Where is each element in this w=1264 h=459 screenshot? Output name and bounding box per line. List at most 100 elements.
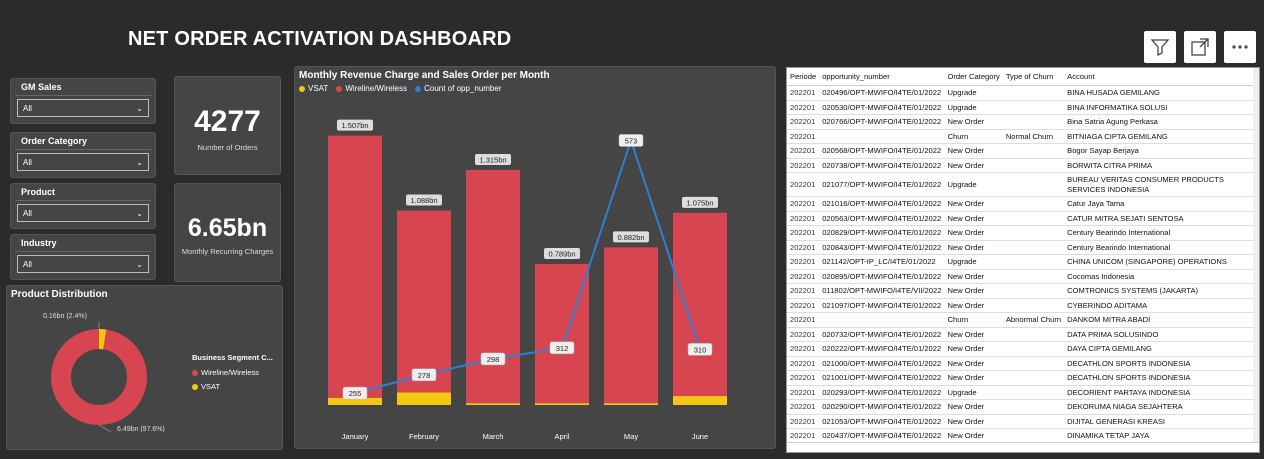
bar-vsat[interactable] — [397, 392, 451, 405]
bar-vsat[interactable] — [535, 403, 589, 405]
bar-wireline[interactable] — [397, 210, 451, 393]
slicer-product[interactable]: Product All ⌄ — [10, 183, 156, 229]
bar-wireline[interactable] — [466, 169, 520, 404]
legend-label: Count of opp_number — [424, 84, 502, 93]
table-row[interactable]: 202201 021077/OPT-MWIFO/I4TE/01/2022 Upgra… — [787, 172, 1259, 197]
table-row[interactable]: 202201 020563/OPT-MWIFO/I4TE/01/2022 New O… — [787, 211, 1259, 226]
donut-label-wireline: 6.49bn (97.6%) — [117, 426, 165, 433]
table-row[interactable]: 202201 021000/OPT-MWIFO/I4TE/01/2022 New O… — [787, 356, 1259, 371]
table-row[interactable]: 202201 021142/OPT-IP_LC/I4TE/01/2022 Upgra… — [787, 254, 1259, 270]
table-cell: 021000/OPT-MWIFO/I4TE/01/2022 — [819, 356, 945, 371]
table-row[interactable]: 202201 020530/OPT-MWIFO/I4TE/01/2022 Upgra… — [787, 100, 1259, 115]
table-cell: COMTRONICS SYSTEMS (JAKARTA) — [1064, 283, 1259, 299]
table-cell — [1002, 356, 1065, 371]
line-data-label: 310 — [694, 345, 707, 354]
slicer-gm-sales[interactable]: GM Sales All ⌄ — [10, 78, 156, 124]
table-row[interactable]: 202201 020568/OPT-MWIFO/I4TE/01/2022 New O… — [787, 143, 1259, 159]
slicer-label: Order Category — [15, 133, 151, 150]
slicer-order-category[interactable]: Order Category All ⌄ — [10, 132, 156, 178]
table-cell: 020895/OPT-MWIFO/I4TE/01/2022 — [819, 269, 945, 284]
table-cell: BINA HUSADA GEMILANG — [1064, 85, 1259, 101]
card-monthly-recurring-charges[interactable]: 6.65bn Monthly Recurring Charges — [174, 183, 281, 282]
slicer-dropdown[interactable]: All ⌄ — [17, 255, 149, 273]
bar-vsat[interactable] — [466, 403, 520, 405]
table-cell: 020563/OPT-MWIFO/I4TE/01/2022 — [819, 211, 945, 226]
table-row[interactable]: 202201 020732/OPT-MWIFO/I4TE/01/2022 New O… — [787, 327, 1259, 342]
table-row[interactable]: 202201 Churn Normal Churn BITNIAGA CIPTA GE… — [787, 129, 1259, 144]
column-header[interactable]: Type of Churn — [1002, 68, 1065, 86]
table-row[interactable]: 202201 020843/OPT-MWIFO/I4TE/01/2022 New O… — [787, 240, 1259, 255]
slicer-industry[interactable]: Industry All ⌄ — [10, 234, 156, 280]
table-cell: 202201 — [787, 211, 820, 226]
filter-icon[interactable] — [1144, 31, 1176, 63]
card-number-of-orders[interactable]: 4277 Number of Orders — [174, 76, 281, 175]
product-distribution-panel[interactable]: Product Distribution 0.16bn (2.4%) 6.49b… — [6, 285, 283, 450]
table-row[interactable]: 202201 020895/OPT-MWIFO/I4TE/01/2022 New O… — [787, 269, 1259, 284]
table-row[interactable]: 202201 020829/OPT-MWIFO/I4TE/01/2022 New O… — [787, 225, 1259, 241]
table-cell: 202201 — [787, 428, 820, 444]
bar-wireline[interactable] — [328, 135, 382, 398]
table-cell: New Order — [944, 158, 1003, 173]
legend-item-count[interactable]: Count of opp_number — [415, 84, 502, 93]
table-row[interactable]: 202201 021016/OPT-MWIFO/I4TE/01/2022 New O… — [787, 196, 1259, 212]
bar-vsat[interactable] — [673, 396, 727, 405]
bar-wireline[interactable] — [604, 247, 658, 404]
donut-slice-wireline[interactable] — [51, 329, 147, 425]
table-row[interactable]: 202201 021097/OPT-MWIFO/I4TE/01/2022 New O… — [787, 298, 1259, 313]
table-cell — [1002, 414, 1065, 429]
table-row[interactable]: 202201 020222/OPT-MWIFO/I4TE/01/2022 New O… — [787, 341, 1259, 357]
chart-plot: 1.507bn January 1.088bn February 1.315bn Marc… — [328, 119, 727, 441]
slicer-dropdown[interactable]: All ⌄ — [17, 153, 149, 171]
column-header[interactable]: Order Category — [944, 68, 1003, 86]
bar-wireline[interactable] — [535, 263, 589, 404]
table-row[interactable]: 202201 020738/OPT-MWIFO/I4TE/01/2022 New O… — [787, 158, 1259, 173]
table-row[interactable]: 202201 Churn Abnormal Churn DANKOM MITRA AB… — [787, 312, 1259, 328]
column-header[interactable]: Periode — [787, 68, 820, 86]
table-cell: New Order — [944, 196, 1003, 212]
table-cell: 202201 — [787, 327, 820, 342]
table-cell — [1002, 100, 1065, 115]
table-horizontal-scrollbar[interactable] — [787, 442, 1259, 452]
table-cell — [1002, 114, 1065, 130]
monthly-revenue-chart-panel[interactable]: Monthly Revenue Charge and Sales Order p… — [294, 66, 776, 449]
table-cell: 020568/OPT-MWIFO/I4TE/01/2022 — [819, 143, 945, 159]
table-cell: 020829/OPT-MWIFO/I4TE/01/2022 — [819, 225, 945, 241]
chart-legend: VSAT Wireline/Wireless Count of opp_numb… — [295, 84, 775, 93]
bar-wireline[interactable] — [673, 212, 727, 397]
legend-item-wireline[interactable]: Wireline/Wireless — [192, 368, 259, 377]
table-cell: BITNIAGA CIPTA GEMILANG — [1064, 129, 1259, 144]
table-cell: 202201 — [787, 85, 820, 101]
table-row[interactable]: 202201 011802/OPT-MWIFO/I4TE/VII/2022 New … — [787, 283, 1259, 299]
table-cell — [1002, 240, 1065, 255]
panel-title: Product Distribution — [11, 289, 108, 300]
table-cell: New Order — [944, 225, 1003, 241]
orders-table[interactable]: Periode opportunity_number Order Category T… — [786, 67, 1260, 453]
table-cell: 020222/OPT-MWIFO/I4TE/01/2022 — [819, 341, 945, 357]
table-cell: 202201 — [787, 225, 820, 241]
legend-item-vsat[interactable]: VSAT — [192, 382, 220, 391]
line-data-label: 298 — [487, 355, 500, 364]
table-row[interactable]: 202201 020293/OPT-MWIFO/I4TE/01/2022 Upgra… — [787, 385, 1259, 400]
table-cell: 202201 — [787, 385, 820, 400]
column-header[interactable]: opportunity_number — [819, 68, 945, 86]
legend-item-vsat[interactable]: VSAT — [299, 84, 328, 93]
legend-item-wireline[interactable]: Wireline/Wireless — [336, 84, 407, 93]
bar-vsat[interactable] — [604, 403, 658, 405]
table-row[interactable]: 202201 020496/OPT-MWIFO/I4TE/01/2022 Upgra… — [787, 85, 1259, 101]
x-axis-tick-label: May — [624, 432, 638, 441]
focus-mode-icon[interactable] — [1184, 31, 1216, 63]
column-header[interactable]: Account — [1064, 68, 1259, 86]
slicer-dropdown[interactable]: All ⌄ — [17, 204, 149, 222]
table-row[interactable]: 202201 021001/OPT-MWIFO/I4TE/01/2022 New O… — [787, 370, 1259, 386]
table-cell: DANKOM MITRA ABADI — [1064, 312, 1259, 328]
table-cell: DECATHLON SPORTS INDONESIA — [1064, 356, 1259, 371]
slicer-dropdown[interactable]: All ⌄ — [17, 99, 149, 117]
table-row[interactable]: 202201 021053/OPT-MWIFO/I4TE/01/2022 New O… — [787, 414, 1259, 429]
table-vertical-scrollbar[interactable] — [1253, 68, 1259, 452]
table-cell: 202201 — [787, 356, 820, 371]
table-row[interactable]: 202201 020290/OPT-MWIFO/I4TE/01/2022 New O… — [787, 399, 1259, 415]
table-row[interactable]: 202201 020437/OPT-MWIFO/I4TE/01/2022 New O… — [787, 428, 1259, 444]
table-row[interactable]: 202201 020766/OPT-MWIFO/I4TE/01/2022 New O… — [787, 114, 1259, 130]
table-cell: 021142/OPT-IP_LC/I4TE/01/2022 — [819, 254, 945, 270]
more-options-icon[interactable] — [1224, 31, 1256, 63]
